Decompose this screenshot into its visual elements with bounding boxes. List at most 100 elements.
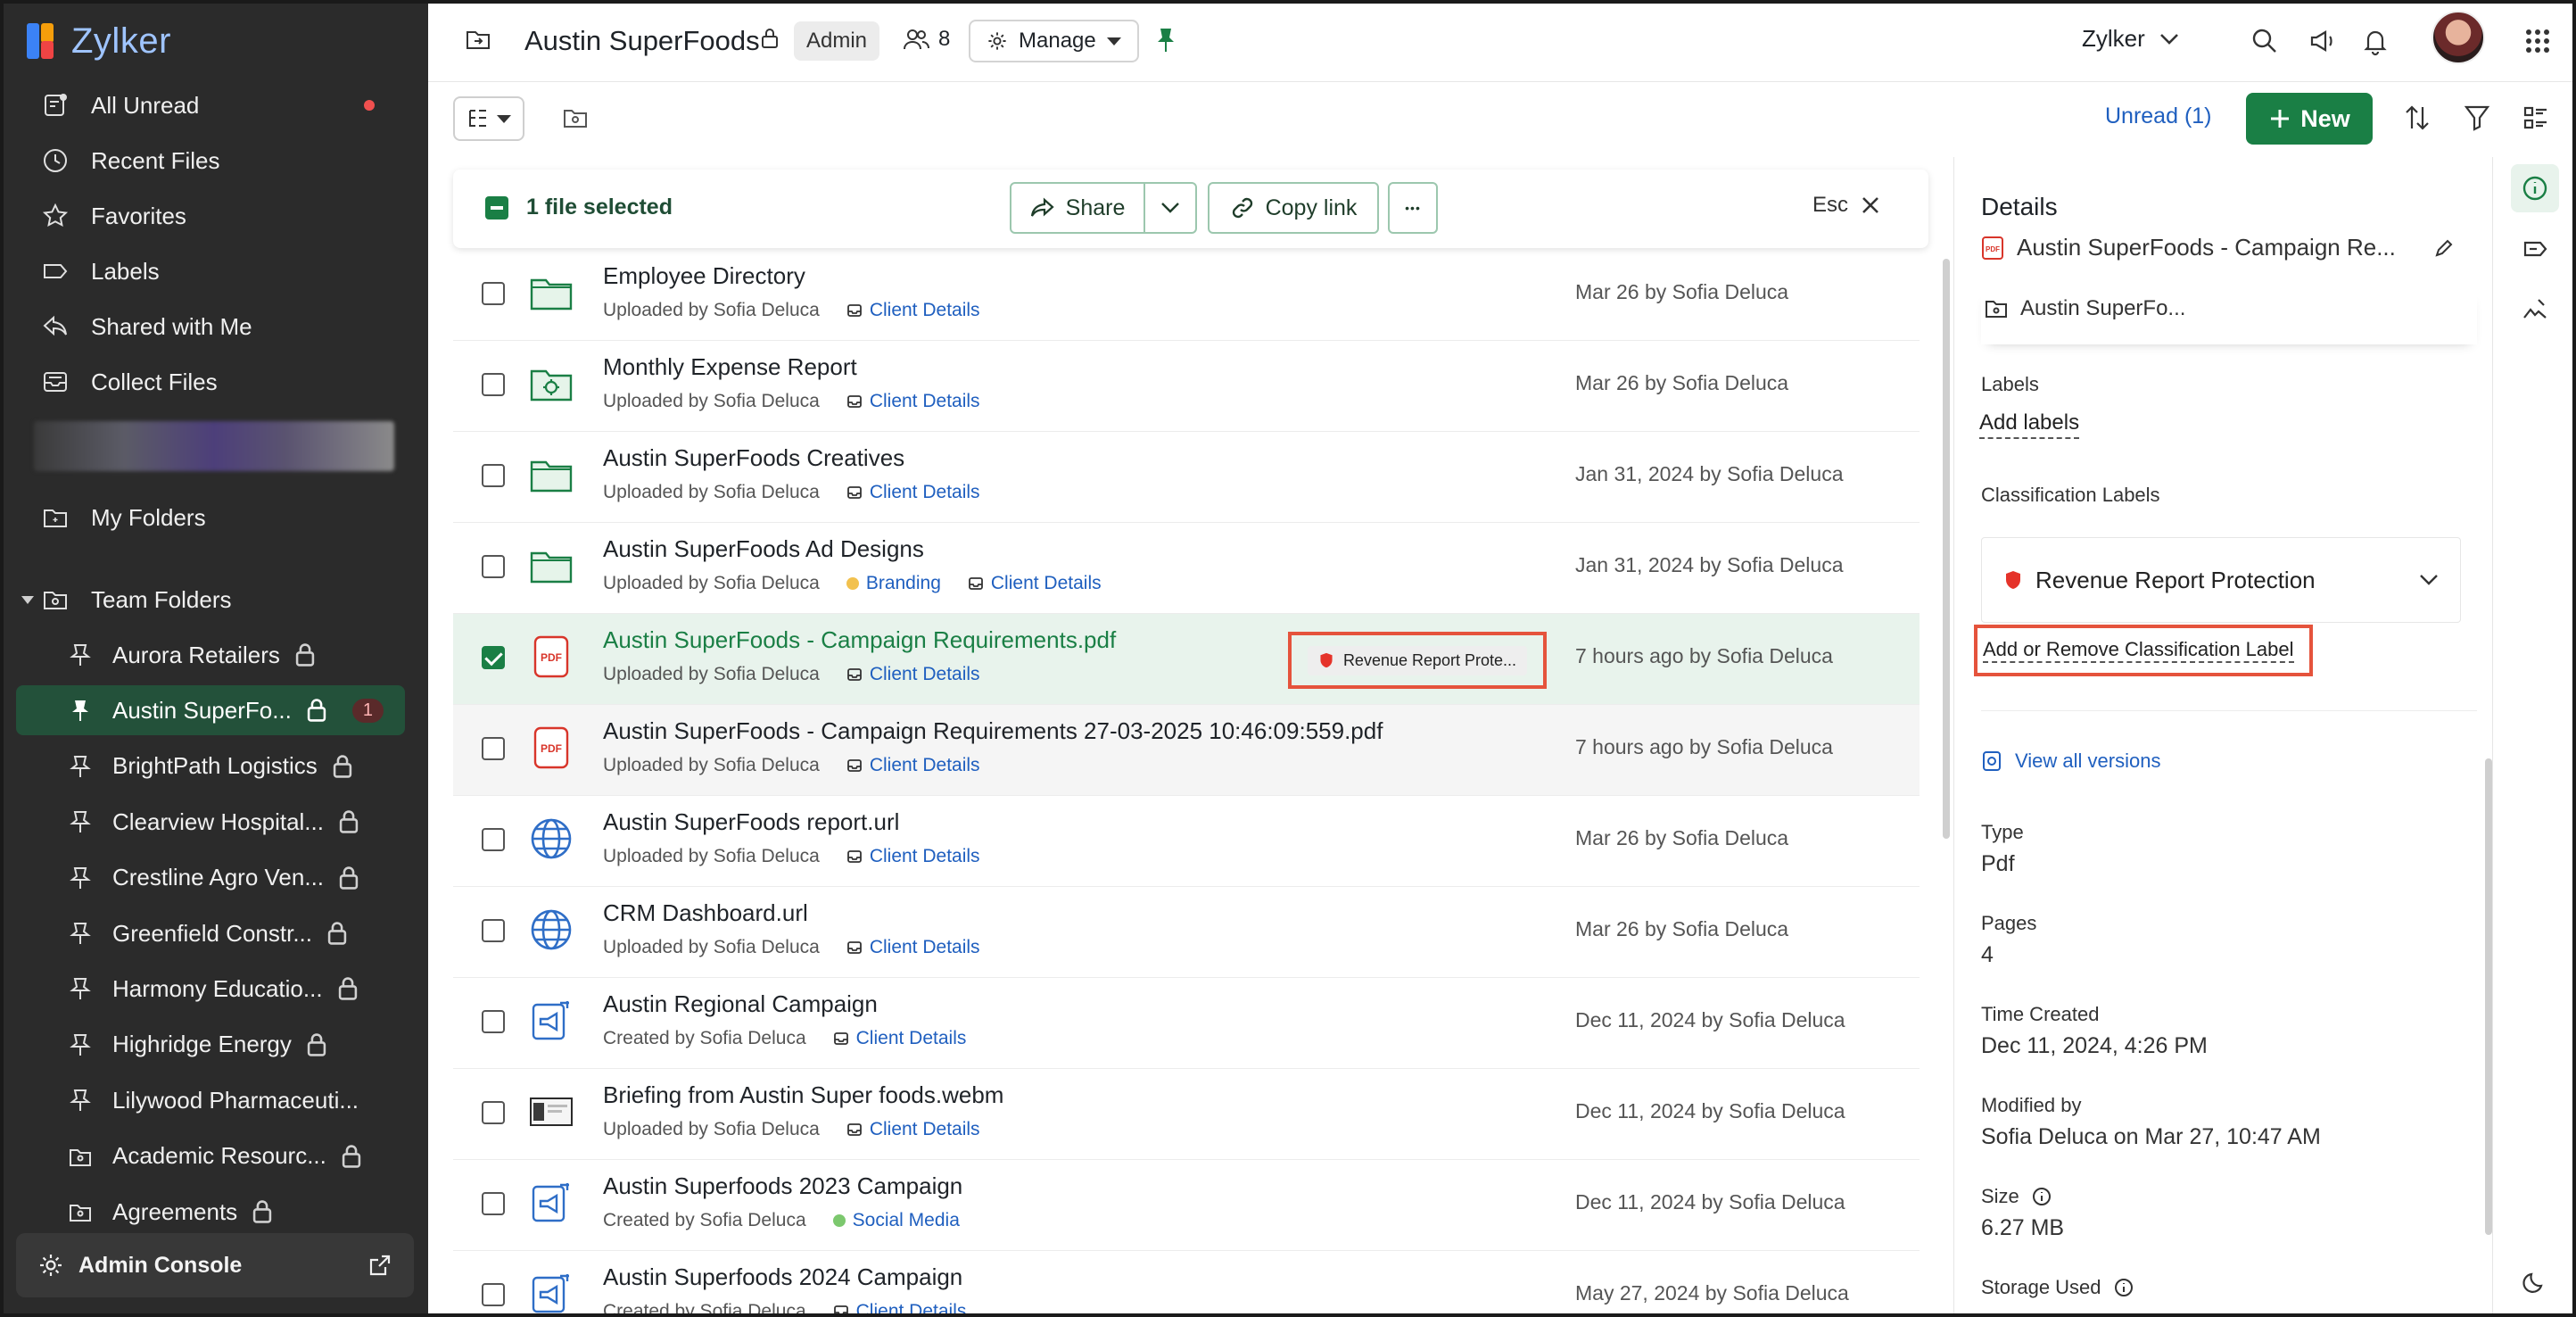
file-row[interactable]: Briefing from Austin Super foods.webm Upl…: [453, 1069, 1920, 1160]
folder-info-icon[interactable]: [562, 105, 589, 135]
brand-logo[interactable]: Zylker: [25, 18, 171, 64]
label-tag[interactable]: Client Details: [833, 1301, 966, 1317]
file-name[interactable]: Austin SuperFoods Ad Designs: [603, 535, 924, 563]
file-row[interactable]: PDF Austin SuperFoods - Campaign Requirem…: [453, 705, 1920, 796]
team-folder-item[interactable]: Crestline Agro Ven...: [16, 853, 405, 903]
row-checkbox[interactable]: [482, 373, 505, 396]
file-name[interactable]: Briefing from Austin Super foods.webm: [603, 1081, 1003, 1109]
file-row[interactable]: Austin SuperFoods Creatives Uploaded by S…: [453, 432, 1920, 523]
row-checkbox[interactable]: [482, 646, 505, 669]
team-folder-item[interactable]: Lilywood Pharmaceuti...: [16, 1075, 405, 1125]
members-button[interactable]: 8: [903, 27, 950, 52]
edit-pencil-icon[interactable]: [2433, 237, 2455, 259]
file-name[interactable]: Austin SuperFoods report.url: [603, 808, 899, 836]
label-tag[interactable]: Client Details: [968, 573, 1102, 594]
avatar[interactable]: [2432, 11, 2485, 64]
sidebar-item-team-folders[interactable]: Team Folders: [18, 575, 407, 625]
org-switcher[interactable]: Zylker: [2082, 25, 2179, 53]
file-name[interactable]: Austin SuperFoods Creatives: [603, 444, 904, 472]
label-tag[interactable]: Client Details: [846, 755, 980, 776]
manage-dropdown[interactable]: Manage: [969, 20, 1139, 62]
add-labels-link[interactable]: Add labels: [1979, 410, 2080, 439]
details-folder[interactable]: Austin SuperFo...: [1985, 296, 2185, 321]
label-tag[interactable]: Client Details: [846, 1119, 980, 1140]
share-options-dropdown[interactable]: [1145, 184, 1195, 232]
file-name[interactable]: Monthly Expense Report: [603, 353, 857, 381]
label-tag[interactable]: Client Details: [846, 937, 980, 958]
file-row[interactable]: CRM Dashboard.url Uploaded by Sofia Deluc…: [453, 887, 1920, 978]
classification-chip[interactable]: Revenue Report Prote...: [1288, 632, 1547, 689]
team-folder-item[interactable]: Agreements: [16, 1187, 405, 1237]
apps-grid-icon[interactable]: [2522, 26, 2553, 56]
sidebar-item-collect-files[interactable]: Collect Files: [18, 357, 407, 407]
new-button[interactable]: New: [2246, 93, 2373, 145]
label-tag[interactable]: Client Details: [846, 846, 980, 867]
sidebar-item-labels[interactable]: Labels: [18, 246, 407, 296]
row-checkbox[interactable]: [482, 1010, 505, 1033]
sidebar-item-my-folders[interactable]: My Folders: [18, 493, 407, 543]
row-checkbox[interactable]: [482, 555, 505, 578]
info-icon[interactable]: [2114, 1278, 2134, 1297]
team-folder-item[interactable]: Greenfield Constr...: [16, 908, 405, 958]
pin-icon[interactable]: [1154, 27, 1177, 54]
row-checkbox[interactable]: [482, 1101, 505, 1124]
file-name[interactable]: Employee Directory: [603, 262, 805, 290]
folder-back-icon[interactable]: [464, 25, 492, 54]
theme-toggle[interactable]: [2511, 1258, 2559, 1306]
file-list-scrollbar[interactable]: [1943, 259, 1950, 839]
label-tag[interactable]: Social Media: [832, 1210, 960, 1231]
team-folder-item[interactable]: Academic Resourc...: [16, 1131, 405, 1181]
unread-filter-link[interactable]: Unread (1): [2105, 104, 2212, 129]
row-checkbox[interactable]: [482, 464, 505, 487]
add-remove-classification-link[interactable]: Add or Remove Classification Label: [1974, 625, 2313, 676]
share-button[interactable]: Share: [1011, 184, 1145, 232]
team-folder-item[interactable]: Austin SuperFo... 1: [16, 685, 405, 736]
team-folder-item[interactable]: Highridge Energy: [16, 1020, 405, 1070]
list-layout-icon[interactable]: [2522, 104, 2549, 137]
row-checkbox[interactable]: [482, 919, 505, 942]
team-folder-item[interactable]: Aurora Retailers: [16, 630, 405, 680]
file-row[interactable]: Austin Superfoods 2023 Campaign Created b…: [453, 1160, 1920, 1251]
esc-button[interactable]: Esc: [1812, 193, 1880, 218]
row-checkbox[interactable]: [482, 1192, 505, 1215]
label-tag[interactable]: Client Details: [846, 482, 980, 503]
row-checkbox[interactable]: [482, 828, 505, 851]
copy-link-button[interactable]: Copy link: [1208, 182, 1379, 234]
label-tag[interactable]: Client Details: [846, 300, 980, 321]
team-folder-item[interactable]: Harmony Educatio...: [16, 964, 405, 1014]
view-all-versions-link[interactable]: View all versions: [1981, 750, 2160, 773]
preview-tab[interactable]: [2511, 286, 2559, 334]
file-name[interactable]: CRM Dashboard.url: [603, 899, 808, 927]
row-checkbox[interactable]: [482, 1283, 505, 1306]
file-row[interactable]: Austin Superfoods 2024 Campaign Created b…: [453, 1251, 1920, 1317]
team-folder-item[interactable]: Clearview Hospital...: [16, 797, 405, 847]
team-folder-item[interactable]: BrightPath Logistics: [16, 741, 405, 791]
sidebar-item-favorites[interactable]: Favorites: [18, 191, 407, 241]
sort-icon[interactable]: [2403, 104, 2432, 137]
classification-dropdown[interactable]: Revenue Report Protection: [1981, 537, 2461, 623]
details-tab[interactable]: [2511, 164, 2559, 212]
file-name[interactable]: Austin SuperFoods - Campaign Requirement…: [603, 626, 1116, 654]
view-mode-dropdown[interactable]: [453, 96, 524, 141]
file-name[interactable]: Austin Superfoods 2024 Campaign: [603, 1263, 962, 1291]
row-checkbox[interactable]: [482, 737, 505, 760]
label-tag[interactable]: Client Details: [846, 664, 980, 685]
sidebar-item-recent-files[interactable]: Recent Files: [18, 136, 407, 186]
announcement-icon[interactable]: [2307, 26, 2337, 56]
bell-icon[interactable]: [2360, 26, 2390, 56]
labels-tab[interactable]: [2511, 225, 2559, 273]
label-tag[interactable]: Client Details: [846, 391, 980, 412]
file-name[interactable]: Austin Superfoods 2023 Campaign: [603, 1172, 962, 1200]
admin-console-button[interactable]: Admin Console: [16, 1233, 414, 1297]
sidebar-item-all-unread[interactable]: All Unread: [18, 80, 407, 130]
label-tag[interactable]: Client Details: [833, 1028, 966, 1049]
file-row[interactable]: Monthly Expense Report Uploaded by Sofia …: [453, 341, 1920, 432]
row-checkbox[interactable]: [482, 282, 505, 305]
file-row[interactable]: Austin SuperFoods Ad Designs Uploaded by …: [453, 523, 1920, 614]
deselect-checkbox[interactable]: [485, 196, 508, 220]
file-row[interactable]: Austin SuperFoods report.url Uploaded by …: [453, 796, 1920, 887]
info-icon[interactable]: [2032, 1187, 2052, 1206]
sidebar-item-shared-with-me[interactable]: Shared with Me: [18, 302, 407, 352]
details-scrollbar[interactable]: [2485, 758, 2492, 1235]
filter-icon[interactable]: [2464, 104, 2490, 137]
